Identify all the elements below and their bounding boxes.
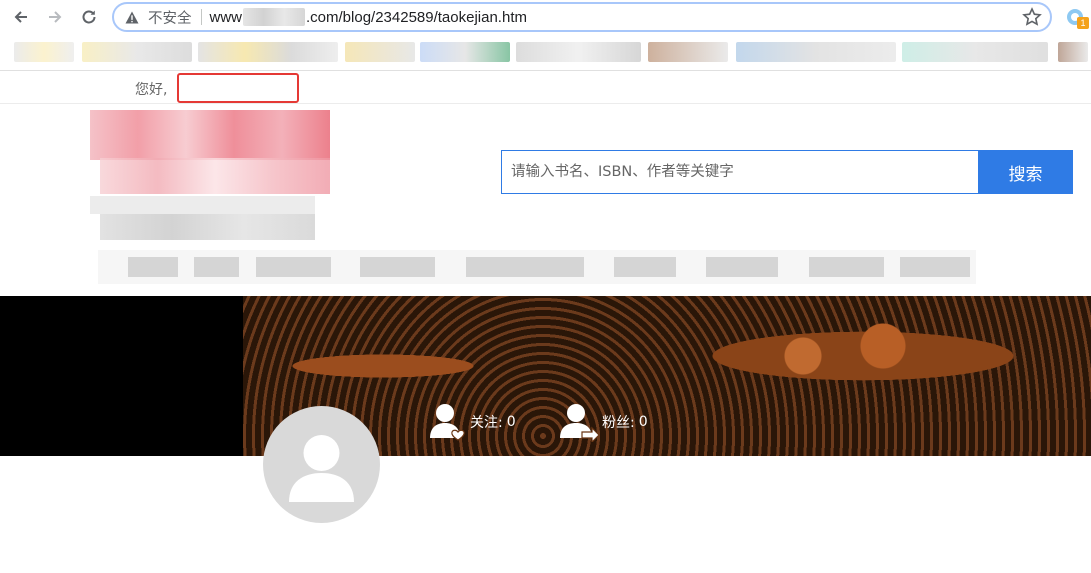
bookmark[interactable] (736, 42, 896, 62)
extension-badge: 1 (1077, 17, 1089, 29)
fans-count: 0 (638, 414, 648, 430)
menu-item[interactable] (466, 257, 584, 277)
menu-item[interactable] (809, 257, 884, 277)
bookmark[interactable] (516, 42, 641, 62)
menu-item[interactable] (194, 257, 239, 277)
menu-item[interactable] (706, 257, 778, 277)
reload-button[interactable] (76, 4, 102, 30)
menu-item[interactable] (900, 257, 970, 277)
star-icon[interactable] (1022, 7, 1042, 27)
fans-icon (560, 404, 600, 442)
avatar-icon (289, 435, 354, 502)
avatar[interactable] (263, 406, 380, 523)
fans-stat[interactable]: 粉丝: 0 (560, 402, 648, 442)
url-path: .com/blog/2342589/taokejian.htm (306, 8, 527, 26)
search-button[interactable]: 搜索 (978, 150, 1073, 194)
bookmark[interactable] (648, 42, 728, 62)
site-top-bar: 您好, (0, 71, 1091, 104)
bookmark[interactable] (14, 42, 74, 62)
site-logo[interactable] (90, 110, 330, 242)
browser-toolbar: 不安全 www .com/blog/2342589/taokejian.htm … (0, 0, 1091, 34)
reload-icon (82, 10, 96, 24)
bookmark[interactable] (345, 42, 415, 62)
warning-icon (124, 9, 140, 25)
follow-stat[interactable]: 关注: 0 (430, 402, 516, 442)
address-bar[interactable]: 不安全 www .com/blog/2342589/taokejian.htm (112, 2, 1052, 32)
menu-item[interactable] (360, 257, 435, 277)
forward-button[interactable] (42, 4, 68, 30)
search-input[interactable] (501, 150, 978, 194)
bookmarks-bar (0, 36, 1091, 68)
forward-icon (49, 11, 62, 23)
follow-label: 关注: (470, 415, 503, 431)
profile-banner: 关注: 0 粉丝: 0 (0, 296, 1091, 456)
follow-count: 0 (506, 414, 516, 430)
username-highlight-box[interactable] (177, 73, 299, 103)
blurred-domain (243, 8, 305, 26)
bookmark[interactable] (1058, 42, 1088, 62)
category-menu (98, 250, 976, 284)
search-bar: 搜索 (501, 150, 1073, 194)
bookmark[interactable] (82, 42, 192, 62)
bookmark[interactable] (198, 42, 338, 62)
follow-icon (430, 404, 465, 441)
security-label[interactable]: 不安全 (148, 7, 192, 28)
greeting-text: 您好, (135, 82, 168, 98)
back-icon (14, 11, 27, 23)
menu-item[interactable] (128, 257, 178, 277)
menu-item[interactable] (256, 257, 331, 277)
menu-item[interactable] (614, 257, 676, 277)
bookmark[interactable] (420, 42, 510, 62)
url-prefix: www (209, 8, 243, 26)
fans-label: 粉丝: (602, 415, 635, 431)
back-button[interactable] (8, 4, 34, 30)
divider (200, 9, 202, 25)
bookmark[interactable] (902, 42, 1048, 62)
